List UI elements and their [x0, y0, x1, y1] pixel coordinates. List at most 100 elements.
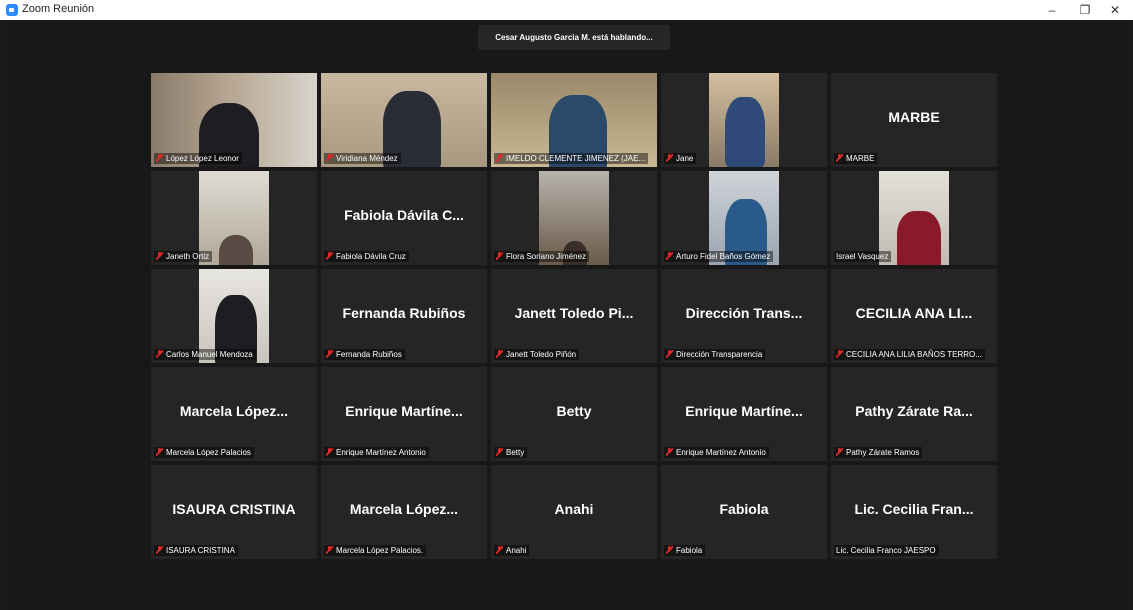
participant-name-text: Fabiola Dávila Cruz: [336, 252, 406, 261]
participant-name-text: Israel Vasquez: [836, 252, 889, 261]
participant-display-name: Lic. Cecilia Fran...: [854, 501, 974, 517]
participant-name-text: Anahi: [506, 546, 527, 555]
participant-name-text: Dirección Transparencia: [676, 350, 763, 359]
participant-tile[interactable]: Marcela López... Marcela López Palacios: [151, 367, 317, 461]
muted-mic-icon: [836, 448, 843, 456]
participant-tile[interactable]: Jane: [661, 73, 827, 167]
participant-name-label: Marcela López Palacios.: [324, 545, 427, 556]
participant-name-text: Fabiola: [676, 546, 703, 555]
participant-tile[interactable]: Enrique Martíne... Enrique Martínez Anton…: [321, 367, 487, 461]
participant-tile[interactable]: Anahi Anahi: [491, 465, 657, 559]
muted-mic-icon: [836, 350, 843, 358]
participant-display-name: Janett Toledo Pi...: [514, 305, 634, 321]
participant-tile[interactable]: Enrique Martíne... Enrique Martínez Anton…: [661, 367, 827, 461]
participant-name-text: Pathy Zárate Ramos: [846, 448, 920, 457]
participant-name-label: Arturo Fidel Baños Gómez: [664, 251, 774, 262]
participant-name-label: Lic. Cecilia Franco JAESPO: [834, 545, 939, 556]
participant-name-label: IMELDO CLEMENTE JIMENEZ (JAE...: [494, 153, 649, 164]
participant-name-text: López López Leonor: [166, 154, 239, 163]
muted-mic-icon: [326, 350, 333, 358]
participant-name-text: Viridiana Méndez: [336, 154, 398, 163]
muted-mic-icon: [156, 350, 163, 358]
participant-display-name: Betty: [556, 403, 592, 419]
participant-name-label: CECILIA ANA LILIA BAÑOS TERRO...: [834, 349, 985, 360]
participant-name-text: Flora Soriano Jiménez: [506, 252, 587, 261]
participant-display-name: Enrique Martíne...: [345, 403, 463, 419]
muted-mic-icon: [496, 448, 503, 456]
participant-video: [709, 73, 779, 167]
participant-name-text: Arturo Fidel Baños Gómez: [676, 252, 771, 261]
participant-display-name: Fernanda Rubiños: [342, 305, 466, 321]
participant-name-label: MARBE: [834, 153, 878, 164]
participant-tile[interactable]: Lic. Cecilia Fran... Lic. Cecilia Franco …: [831, 465, 997, 559]
participant-display-name: MARBE: [888, 109, 940, 125]
muted-mic-icon: [666, 546, 673, 554]
muted-mic-icon: [156, 252, 163, 260]
muted-mic-icon: [326, 252, 333, 260]
muted-mic-icon: [156, 448, 163, 456]
participant-name-label: Viridiana Méndez: [324, 153, 401, 164]
participant-tile[interactable]: Janeth Ortiz: [151, 171, 317, 265]
participant-tile[interactable]: IMELDO CLEMENTE JIMENEZ (JAE...: [491, 73, 657, 167]
participant-tile[interactable]: Israel Vasquez: [831, 171, 997, 265]
participant-tile[interactable]: MARBE MARBE: [831, 73, 997, 167]
participant-display-name: Enrique Martíne...: [685, 403, 803, 419]
participant-tile[interactable]: Arturo Fidel Baños Gómez: [661, 171, 827, 265]
participant-tile[interactable]: Pathy Zárate Ra... Pathy Zárate Ramos: [831, 367, 997, 461]
participant-name-text: Lic. Cecilia Franco JAESPO: [836, 546, 936, 555]
participant-tile[interactable]: Marcela López... Marcela López Palacios.: [321, 465, 487, 559]
participant-tile[interactable]: CECILIA ANA LI... CECILIA ANA LILIA BAÑOS…: [831, 269, 997, 363]
maximize-button[interactable]: ❐: [1073, 2, 1097, 18]
participant-name-text: Enrique Martínez Antonio: [336, 448, 426, 457]
participant-name-text: CECILIA ANA LILIA BAÑOS TERRO...: [846, 350, 982, 359]
participant-name-label: Marcela López Palacios: [154, 447, 254, 458]
muted-mic-icon: [496, 252, 503, 260]
participant-name-text: Carlos Manuel Mendoza: [166, 350, 253, 359]
participant-tile[interactable]: Janett Toledo Pi... Janett Toledo Piñón: [491, 269, 657, 363]
participant-name-text: IMELDO CLEMENTE JIMENEZ (JAE...: [506, 154, 646, 163]
participant-display-name: CECILIA ANA LI...: [855, 305, 973, 321]
participant-name-text: Janett Toledo Piñón: [506, 350, 577, 359]
participant-name-label: Pathy Zárate Ramos: [834, 447, 923, 458]
participant-name-text: Jane: [676, 154, 694, 163]
participant-name-text: Enrique Martínez Antonio: [676, 448, 766, 457]
participant-name-label: Enrique Martínez Antonio: [324, 447, 429, 458]
muted-mic-icon: [496, 350, 503, 358]
muted-mic-icon: [666, 350, 673, 358]
participant-name-label: Anahi: [494, 545, 530, 556]
participant-name-text: MARBE: [846, 154, 875, 163]
minimize-button[interactable]: –: [1040, 2, 1064, 18]
participant-tile[interactable]: Viridiana Méndez: [321, 73, 487, 167]
window-title: Zoom Reunión: [22, 3, 95, 15]
participant-name-label: Dirección Transparencia: [664, 349, 766, 360]
title-bar: Zoom Reunión – ❐ ✕: [0, 0, 1133, 20]
participant-tile[interactable]: Fabiola Dávila C... Fabiola Dávila Cruz: [321, 171, 487, 265]
participant-name-label: Janeth Ortiz: [154, 251, 213, 262]
close-button[interactable]: ✕: [1103, 2, 1127, 18]
participant-tile[interactable]: Flora Soriano Jiménez: [491, 171, 657, 265]
muted-mic-icon: [496, 154, 503, 162]
participant-tile[interactable]: Fernanda Rubiños Fernanda Rubiños: [321, 269, 487, 363]
participant-tile[interactable]: López López Leonor: [151, 73, 317, 167]
participant-name-text: Janeth Ortiz: [166, 252, 210, 261]
participant-tile[interactable]: Carlos Manuel Mendoza: [151, 269, 317, 363]
participant-display-name: Pathy Zárate Ra...: [855, 403, 973, 419]
muted-mic-icon: [326, 448, 333, 456]
participant-figure: [219, 235, 253, 265]
participant-display-name: Fabiola Dávila C...: [344, 207, 464, 223]
participant-tile[interactable]: Betty Betty: [491, 367, 657, 461]
participant-display-name: ISAURA CRISTINA: [172, 501, 296, 517]
muted-mic-icon: [666, 448, 673, 456]
participant-tile[interactable]: Dirección Trans... Dirección Transparenci…: [661, 269, 827, 363]
participant-name-label: Enrique Martínez Antonio: [664, 447, 769, 458]
participant-name-label: López López Leonor: [154, 153, 242, 164]
participant-tile[interactable]: ISAURA CRISTINA ISAURA CRISTINA: [151, 465, 317, 559]
muted-mic-icon: [836, 154, 843, 162]
active-speaker-banner: Cesar Augusto Garcia M. está hablando...: [478, 25, 670, 50]
participant-display-name: Anahi: [554, 501, 594, 517]
participant-tile[interactable]: Fabiola Fabiola: [661, 465, 827, 559]
zoom-app-icon: [6, 4, 18, 16]
participant-name-text: Marcela López Palacios.: [336, 546, 424, 555]
participant-name-label: Betty: [494, 447, 528, 458]
participant-name-text: Fernanda Rubiños: [336, 350, 402, 359]
